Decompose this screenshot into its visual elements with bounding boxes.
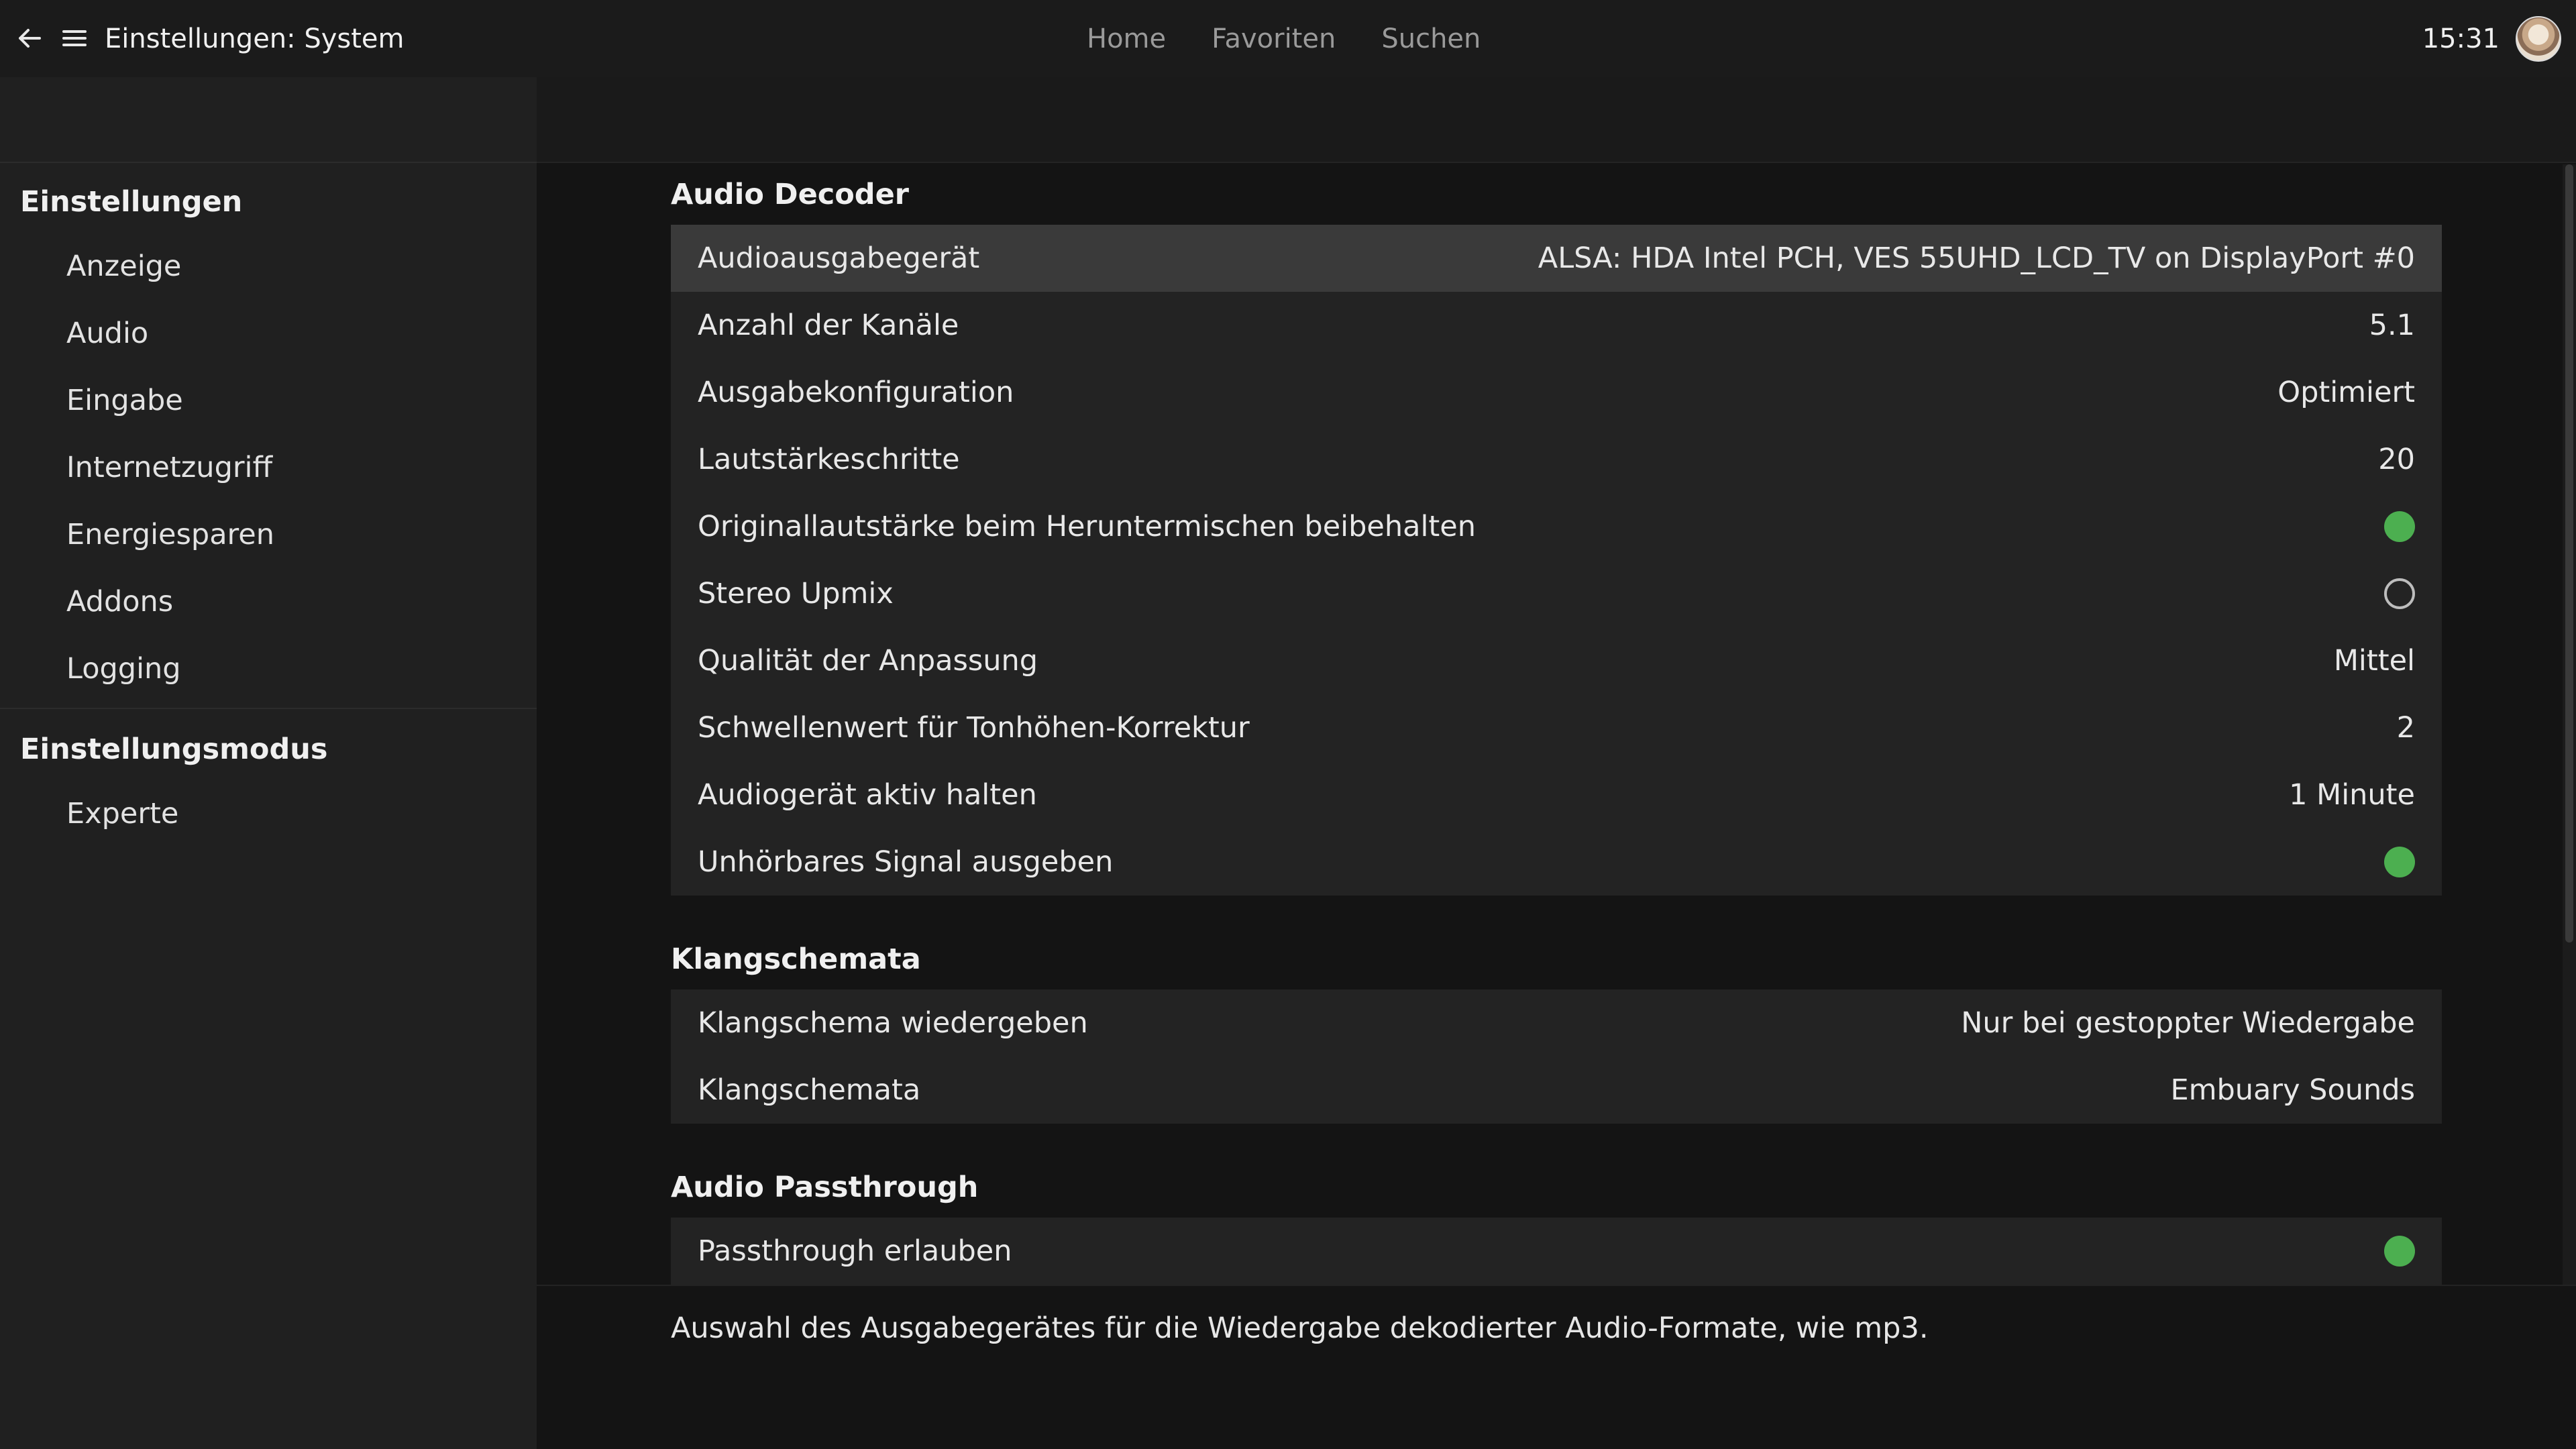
section-audio-passthrough: Audio Passthrough Passthrough erlauben: [671, 1157, 2442, 1285]
sidebar: Einstellungen Anzeige Audio Eingabe Inte…: [0, 77, 537, 1449]
top-bar: Einstellungen: System Home Favoriten Suc…: [0, 0, 2576, 77]
setting-row-klangschemata[interactable]: Klangschemata Embuary Sounds: [671, 1057, 2442, 1124]
hamburger-menu-icon[interactable]: [60, 21, 89, 56]
setting-row-lautstaerkeschritte[interactable]: Lautstärkeschritte 20: [671, 426, 2442, 493]
section-audio-decoder: Audio Decoder Audioausgabegerät ALSA: HD…: [671, 164, 2442, 896]
page-title: Einstellungen: System: [105, 23, 405, 54]
section-rows: Audioausgabegerät ALSA: HDA Intel PCH, V…: [671, 225, 2442, 896]
sidebar-item-logging[interactable]: Logging: [0, 635, 537, 702]
setting-row-anzahl-kanaele[interactable]: Anzahl der Kanäle 5.1: [671, 292, 2442, 359]
setting-label: Schwellenwert für Tonhöhen-Korrektur: [698, 711, 1250, 745]
section-rows: Klangschema wiedergeben Nur bei gestoppt…: [671, 989, 2442, 1124]
setting-label: Qualität der Anpassung: [698, 644, 1038, 678]
setting-row-originallautstaerke[interactable]: Originallautstärke beim Heruntermischen …: [671, 493, 2442, 560]
scrollbar-thumb[interactable]: [2565, 164, 2573, 943]
setting-row-ausgabekonfiguration[interactable]: Ausgabekonfiguration Optimiert: [671, 359, 2442, 426]
sidebar-heading: Einstellungsmodus: [20, 733, 328, 766]
toggle-off-indicator[interactable]: [2384, 578, 2415, 609]
section-title: Audio Passthrough: [671, 1171, 979, 1204]
main-panel: Audio Decoder Audioausgabegerät ALSA: HD…: [537, 77, 2576, 1449]
setting-value: 1 Minute: [2289, 778, 2415, 812]
nav-home[interactable]: Home: [1087, 19, 1166, 59]
setting-value: Mittel: [2333, 644, 2415, 678]
sidebar-item-addons[interactable]: Addons: [0, 568, 537, 635]
sidebar-heading: Einstellungen: [20, 185, 243, 219]
setting-label: Ausgabekonfiguration: [698, 376, 1014, 409]
setting-label: Unhörbares Signal ausgeben: [698, 845, 1114, 879]
toggle-on-indicator[interactable]: [2384, 1236, 2415, 1267]
sidebar-item-audio[interactable]: Audio: [0, 300, 537, 367]
sidebar-item-energiesparen[interactable]: Energiesparen: [0, 501, 537, 568]
nav-favoriten[interactable]: Favoriten: [1212, 19, 1336, 59]
setting-row-audiogeraet-aktiv[interactable]: Audiogerät aktiv halten 1 Minute: [671, 761, 2442, 828]
setting-label: Passthrough erlauben: [698, 1234, 1012, 1268]
setting-label: Audioausgabegerät: [698, 241, 980, 275]
main-header: [537, 77, 2576, 163]
setting-value: 2: [2396, 711, 2415, 745]
nav-suchen[interactable]: Suchen: [1381, 19, 1481, 59]
setting-label: Anzahl der Kanäle: [698, 309, 959, 342]
sidebar-header: [0, 77, 537, 163]
sidebar-item-internetzugriff[interactable]: Internetzugriff: [0, 434, 537, 501]
setting-row-passthrough-erlauben[interactable]: Passthrough erlauben: [671, 1218, 2442, 1285]
sidebar-item-experte[interactable]: Experte: [0, 780, 537, 847]
section-rows: Passthrough erlauben: [671, 1218, 2442, 1285]
setting-label: Stereo Upmix: [698, 577, 894, 610]
setting-value: 20: [2378, 443, 2415, 476]
setting-row-unhoerbares-signal[interactable]: Unhörbares Signal ausgeben: [671, 828, 2442, 896]
setting-row-schwellenwert[interactable]: Schwellenwert für Tonhöhen-Korrektur 2: [671, 694, 2442, 761]
info-bar: Auswahl des Ausgabegerätes für die Wiede…: [537, 1285, 2576, 1449]
setting-label: Audiogerät aktiv halten: [698, 778, 1037, 812]
section-title: Klangschemata: [671, 943, 921, 976]
sidebar-group-einstellungen: Einstellungen Anzeige Audio Eingabe Inte…: [0, 163, 537, 702]
sidebar-item-anzeige[interactable]: Anzeige: [0, 233, 537, 300]
settings-list[interactable]: Audio Decoder Audioausgabegerät ALSA: HD…: [537, 164, 2563, 1285]
setting-row-stereo-upmix[interactable]: Stereo Upmix: [671, 560, 2442, 627]
setting-value: Nur bei gestoppter Wiedergabe: [1961, 1006, 2415, 1040]
section-title: Audio Decoder: [671, 178, 909, 211]
setting-value: 5.1: [2369, 309, 2415, 342]
setting-label: Originallautstärke beim Heruntermischen …: [698, 510, 1476, 543]
section-klangschemata: Klangschemata Klangschema wiedergeben Nu…: [671, 929, 2442, 1124]
setting-value: Optimiert: [2277, 376, 2415, 409]
user-avatar[interactable]: [2516, 16, 2561, 62]
setting-row-klangschema-wiedergeben[interactable]: Klangschema wiedergeben Nur bei gestoppt…: [671, 989, 2442, 1057]
clock: 15:31: [2422, 23, 2500, 54]
back-arrow-icon[interactable]: [16, 21, 43, 56]
toggle-on-indicator[interactable]: [2384, 511, 2415, 542]
top-navigation: Home Favoriten Suchen: [1087, 19, 1526, 59]
setting-description: Auswahl des Ausgabegerätes für die Wiede…: [671, 1311, 1929, 1345]
setting-label: Lautstärkeschritte: [698, 443, 960, 476]
setting-value: ALSA: HDA Intel PCH, VES 55UHD_LCD_TV on…: [1538, 241, 2415, 275]
toggle-on-indicator[interactable]: [2384, 847, 2415, 877]
setting-value: Embuary Sounds: [2170, 1073, 2415, 1107]
sidebar-item-eingabe[interactable]: Eingabe: [0, 367, 537, 434]
setting-row-audioausgabegeraet[interactable]: Audioausgabegerät ALSA: HDA Intel PCH, V…: [671, 225, 2442, 292]
setting-label: Klangschemata: [698, 1073, 921, 1107]
scrollbar[interactable]: [2563, 164, 2576, 1285]
setting-row-qualitaet-anpassung[interactable]: Qualität der Anpassung Mittel: [671, 627, 2442, 694]
sidebar-group-einstellungsmodus: Einstellungsmodus Experte: [0, 708, 537, 847]
setting-label: Klangschema wiedergeben: [698, 1006, 1088, 1040]
